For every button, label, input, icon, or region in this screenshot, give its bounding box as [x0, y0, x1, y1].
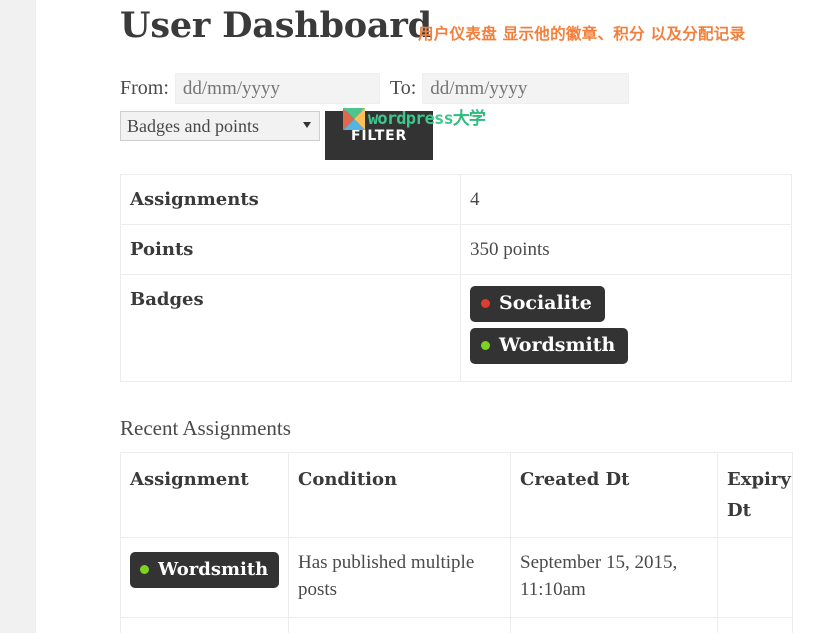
cell-condition: User is socially active	[288, 617, 511, 633]
cell-expiry-dt	[717, 537, 793, 618]
table-row: Points 350 points	[120, 224, 792, 275]
badge-list-item: Wordsmith	[470, 328, 781, 370]
badge-wordsmith[interactable]: Wordsmith	[130, 552, 280, 588]
table-header-row: Assignment Condition Created Dt Expiry D…	[120, 452, 793, 538]
to-date-input[interactable]	[422, 73, 630, 104]
filter-form: From: To: Badges and points FILTER	[120, 73, 792, 160]
recent-assignments-heading: Recent Assignments	[120, 416, 291, 440]
badge-list-item: Socialite	[470, 286, 781, 328]
chinese-annotation: 用户仪表盘 显示他的徽章、积分 以及分配记录	[418, 25, 746, 43]
summary-label-badges: Badges	[120, 274, 461, 382]
title-row: User Dashboard 用户仪表盘 显示他的徽章、积分 以及分配记录	[120, 0, 792, 62]
column-header-condition: Condition	[288, 452, 511, 538]
page-canvas: User Dashboard 用户仪表盘 显示他的徽章、积分 以及分配记录 Fr…	[37, 0, 831, 633]
cell-condition: Has published multiple posts	[288, 537, 511, 618]
status-dot-icon	[481, 341, 490, 350]
content-column: User Dashboard 用户仪表盘 显示他的徽章、积分 以及分配记录 Fr…	[120, 0, 793, 633]
table-row: Wordsmith Has published multiple posts S…	[120, 537, 793, 618]
column-header-created-dt: Created Dt	[510, 452, 718, 538]
filter-button[interactable]: FILTER	[325, 111, 433, 160]
summary-label-assignments: Assignments	[120, 174, 461, 225]
summary-value-badges: Socialite Wordsmith	[460, 274, 792, 382]
cell-expiry-dt	[717, 617, 793, 633]
recent-assignments-table: Assignment Condition Created Dt Expiry D…	[120, 452, 793, 633]
column-header-expiry-dt: Expiry Dt	[717, 452, 793, 538]
badge-label: Wordsmith	[499, 334, 616, 356]
date-range-row: From: To:	[120, 73, 792, 104]
column-header-assignment: Assignment	[120, 452, 289, 538]
status-dot-icon	[481, 299, 490, 308]
table-row: Badges Socialite Wordsmith	[120, 274, 792, 382]
summary-value-points: 350 points	[460, 224, 792, 275]
summary-value-assignments: 4	[460, 174, 792, 225]
badge-wordsmith[interactable]: Wordsmith	[470, 328, 629, 364]
cell-created-dt: September 8, 2015,	[510, 617, 718, 633]
badge-label: Socialite	[499, 292, 592, 314]
to-label: To:	[389, 77, 417, 99]
assignment-type-select-wrapper: Badges and points	[120, 111, 320, 141]
from-label: From:	[120, 77, 169, 99]
table-row: 250 points User is socially active Septe…	[120, 617, 793, 633]
summary-label-points: Points	[120, 224, 461, 275]
cell-created-dt: September 15, 2015, 11:10am	[510, 537, 718, 618]
cell-assignment: Wordsmith	[120, 537, 289, 618]
assignment-type-select[interactable]: Badges and points	[120, 111, 320, 141]
cell-assignment: 250 points	[120, 617, 289, 633]
badge-socialite[interactable]: Socialite	[470, 286, 605, 322]
status-dot-icon	[140, 565, 149, 574]
left-gutter	[0, 0, 36, 633]
filter-controls-row: Badges and points FILTER	[120, 111, 792, 160]
table-row: Assignments 4	[120, 174, 792, 225]
badge-label: Wordsmith	[158, 559, 269, 580]
summary-table: Assignments 4 Points 350 points Badges S…	[120, 174, 792, 382]
from-date-input[interactable]	[174, 73, 380, 104]
